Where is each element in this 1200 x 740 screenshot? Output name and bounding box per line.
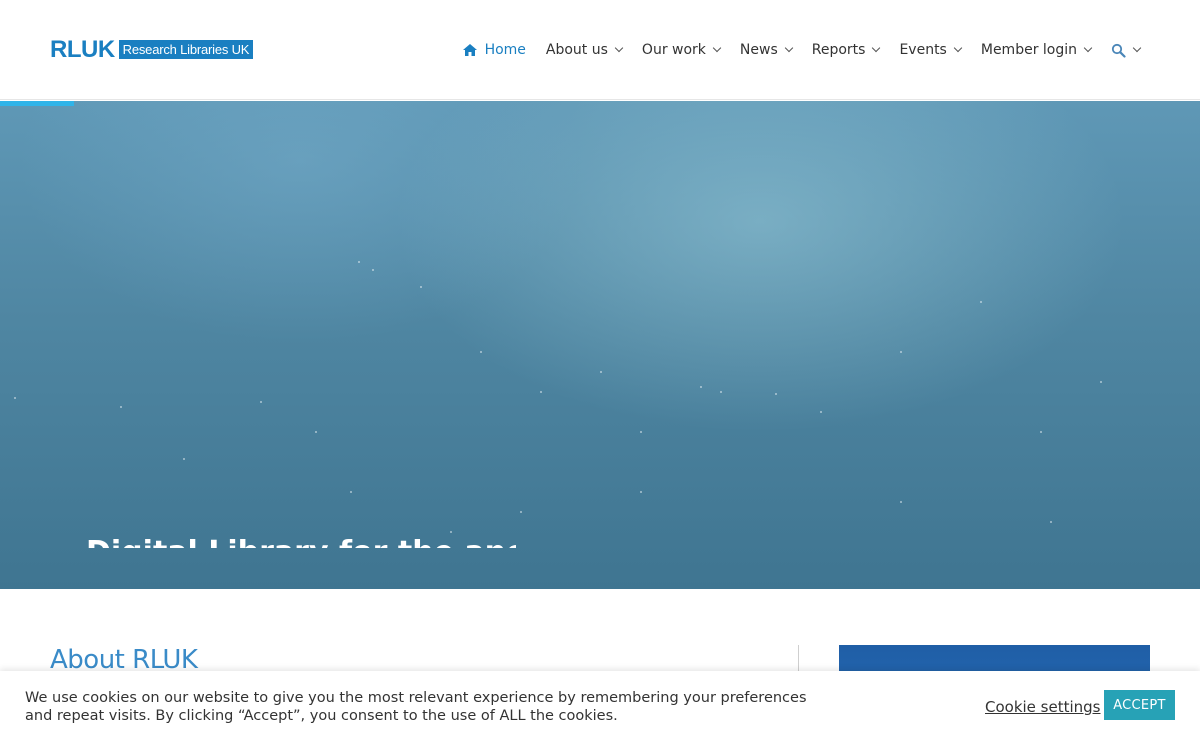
- site-logo[interactable]: RLUK Research Libraries UK: [50, 36, 254, 63]
- chevron-down-icon: [953, 43, 963, 53]
- hero-speck: [420, 286, 422, 288]
- nav-label-news: News: [739, 42, 778, 58]
- cookie-message: We use cookies on our website to give yo…: [25, 690, 807, 724]
- hero-speck: [520, 511, 522, 513]
- hero-speck: [640, 491, 642, 493]
- nav-label-member-login: Member login: [980, 42, 1077, 58]
- nav-item-news[interactable]: News: [739, 42, 793, 58]
- nav-item-reports[interactable]: Reports: [811, 42, 881, 58]
- hero-speck: [120, 406, 122, 408]
- chevron-down-icon: [1132, 43, 1142, 53]
- cookie-consent-bar: We use cookies on our website to give yo…: [0, 671, 1200, 740]
- hero-speck: [540, 391, 542, 393]
- nav-label-events: Events: [899, 42, 947, 58]
- hero-speck: [358, 261, 360, 263]
- chevron-down-icon: [784, 43, 793, 53]
- hero-speck: [260, 401, 262, 403]
- hero-speck: [315, 431, 317, 433]
- hero-speck: [820, 411, 822, 413]
- nav-search-toggle[interactable]: [1111, 43, 1142, 58]
- hero-speck: [980, 301, 982, 303]
- hero-speck: [1100, 381, 1102, 383]
- nav-label-our-work: Our work: [641, 42, 706, 58]
- hero-speck: [600, 371, 602, 373]
- nav-label-reports: Reports: [811, 42, 866, 58]
- search-icon: [1111, 43, 1126, 58]
- hero-speck: [700, 386, 702, 388]
- nav-item-home[interactable]: Home: [462, 42, 526, 58]
- chevron-down-icon: [1083, 43, 1093, 53]
- cookie-settings-link[interactable]: Cookie settings: [985, 698, 1101, 716]
- chevron-down-icon: [712, 43, 722, 53]
- accept-cookies-button[interactable]: ACCEPT: [1104, 690, 1175, 720]
- hero-speck: [183, 458, 185, 460]
- hero-caption: Digital Library for the ancient: [86, 534, 516, 549]
- hero-speck: [1040, 431, 1042, 433]
- hero-speck: [480, 351, 482, 353]
- chevron-down-icon: [614, 43, 624, 53]
- hero-speck: [350, 491, 352, 493]
- nav-item-member-login[interactable]: Member login: [980, 42, 1093, 58]
- hero-speck: [900, 351, 902, 353]
- hero-speck: [1050, 521, 1052, 523]
- nav-label-home: Home: [484, 42, 526, 58]
- logo-full: Research Libraries UK: [118, 40, 254, 59]
- hero-caption-text: Digital Library for the ancient: [86, 538, 516, 549]
- hero-speck: [14, 397, 16, 399]
- main-nav: Home About us Our work News Reports Even…: [462, 38, 1142, 62]
- nav-item-our-work[interactable]: Our work: [641, 42, 722, 58]
- hero-speck: [372, 269, 374, 271]
- slider-progress-bar: [0, 101, 74, 106]
- hero-speck: [900, 501, 902, 503]
- hero-speck: [640, 431, 642, 433]
- nav-item-about-us[interactable]: About us: [545, 42, 624, 58]
- home-icon: [462, 44, 477, 56]
- chevron-down-icon: [872, 43, 881, 53]
- logo-short: RLUK: [50, 36, 115, 63]
- hero-speck: [720, 391, 722, 393]
- nav-label-about-us: About us: [545, 42, 608, 58]
- nav-item-events[interactable]: Events: [899, 42, 963, 58]
- hero-slider[interactable]: [0, 101, 1200, 589]
- hero-speck: [775, 393, 777, 395]
- site-header: RLUK Research Libraries UK Home About us…: [0, 0, 1200, 100]
- hero-speck: [450, 531, 452, 533]
